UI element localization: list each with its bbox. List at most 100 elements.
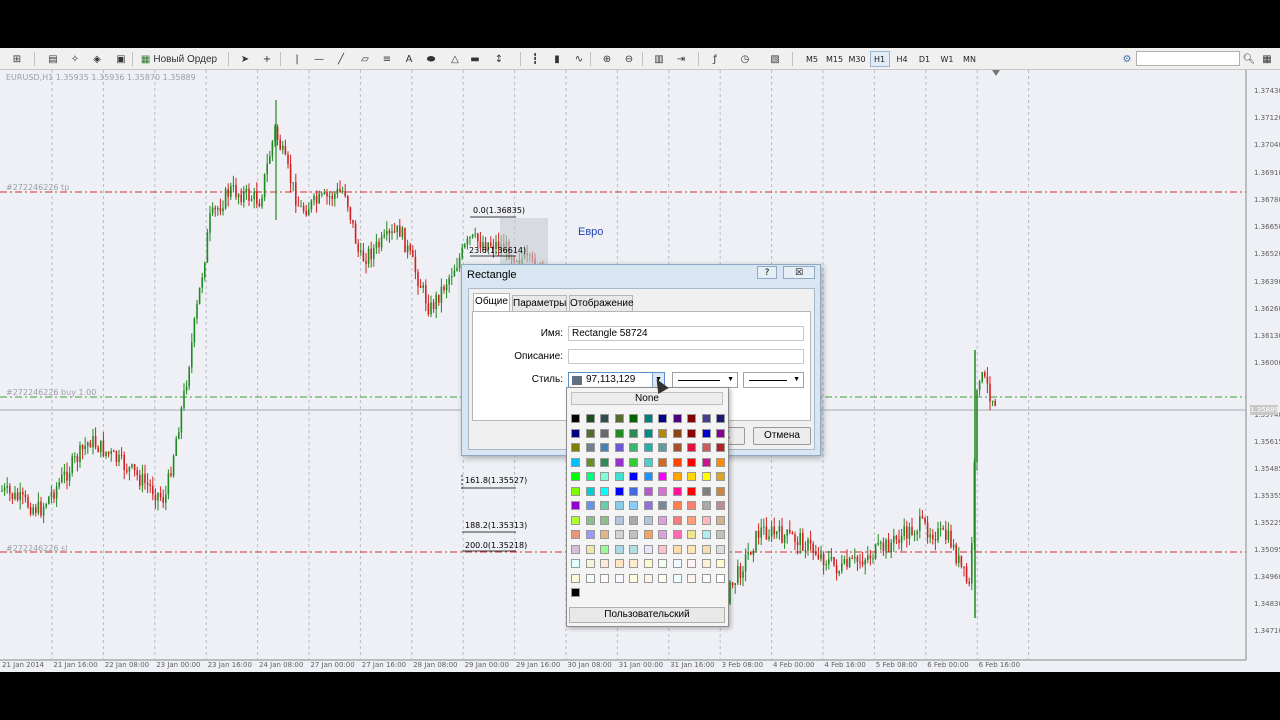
line-chart-icon[interactable]: ∿ xyxy=(570,51,588,67)
color-swatch-option[interactable] xyxy=(658,544,667,554)
color-swatch-option[interactable] xyxy=(600,501,609,510)
timeframe-m5[interactable]: M5 xyxy=(802,51,822,67)
color-swatch-option[interactable] xyxy=(701,414,711,423)
color-swatch-option[interactable] xyxy=(701,428,711,438)
bar-chart-icon[interactable]: ┇ xyxy=(526,51,544,67)
color-swatch-option[interactable] xyxy=(614,515,624,525)
color-swatch-option[interactable] xyxy=(614,428,624,438)
vertical-line-icon[interactable]: | xyxy=(288,51,306,67)
color-swatch-option[interactable] xyxy=(687,544,696,554)
color-swatch-option[interactable] xyxy=(585,414,595,423)
color-swatch-option[interactable] xyxy=(716,501,725,510)
color-swatch-option[interactable] xyxy=(643,472,653,481)
search-icon[interactable]: 🔍︎ xyxy=(1240,51,1258,67)
color-swatch-option[interactable] xyxy=(571,457,580,467)
color-swatch-option[interactable] xyxy=(658,457,667,467)
color-swatch-option[interactable] xyxy=(716,544,725,554)
color-swatch-option[interactable] xyxy=(672,457,682,467)
color-swatch-option[interactable] xyxy=(701,515,711,525)
zoom-out-icon[interactable]: ⊖ xyxy=(620,51,638,67)
color-swatch-option[interactable] xyxy=(643,428,653,438)
color-swatch-option[interactable] xyxy=(716,515,725,525)
color-swatch-option[interactable] xyxy=(687,515,696,525)
candles-icon[interactable]: ▮ xyxy=(548,51,566,67)
color-swatch-option[interactable] xyxy=(658,486,667,496)
color-swatch-option[interactable] xyxy=(600,472,609,481)
color-swatch-option[interactable] xyxy=(629,457,638,467)
tab-visualization[interactable]: Отображение xyxy=(569,295,634,311)
periods-icon[interactable]: ◷ xyxy=(736,51,754,67)
color-swatch-option[interactable] xyxy=(571,515,580,525)
color-swatch-option[interactable] xyxy=(672,501,682,510)
color-swatch-option[interactable] xyxy=(614,443,624,452)
timeframe-h1[interactable]: H1 xyxy=(869,51,890,67)
color-swatch-option[interactable] xyxy=(687,559,696,568)
trendline-icon[interactable]: ╱ xyxy=(332,51,350,67)
order-label-sl[interactable]: #272246226 sl xyxy=(6,544,67,553)
line-style-select[interactable]: ▼ xyxy=(672,372,738,388)
color-swatch-option[interactable] xyxy=(687,457,696,467)
color-swatch-option[interactable] xyxy=(629,559,638,568)
color-swatch-option[interactable] xyxy=(585,544,595,554)
color-swatch-option[interactable] xyxy=(716,559,725,568)
color-swatch-option[interactable] xyxy=(600,515,609,525)
timeframe-d1[interactable]: D1 xyxy=(915,51,935,67)
color-swatch-option[interactable] xyxy=(614,544,624,554)
color-swatch-option[interactable] xyxy=(687,486,696,496)
color-swatch-option[interactable] xyxy=(672,544,682,554)
color-swatch-option[interactable] xyxy=(643,544,653,554)
color-swatch-option[interactable] xyxy=(672,443,682,452)
color-swatch-option[interactable] xyxy=(687,501,696,510)
color-select[interactable]: 97,113,129 ▼ xyxy=(568,372,665,388)
color-swatch-option[interactable] xyxy=(600,573,609,583)
color-swatch-option[interactable] xyxy=(658,472,667,481)
color-swatch-option[interactable] xyxy=(629,501,638,510)
zoom-in-icon[interactable]: ⊕ xyxy=(598,51,616,67)
new-order-button[interactable]: ▦ Новый Ордер xyxy=(138,51,220,67)
color-swatch-option[interactable] xyxy=(629,544,638,554)
color-swatch-option[interactable] xyxy=(571,472,580,481)
color-swatch-option[interactable] xyxy=(643,414,653,423)
color-swatch-option[interactable] xyxy=(687,472,696,481)
timeframe-m15[interactable]: M15 xyxy=(825,51,845,67)
menu-icon[interactable]: ▦ xyxy=(1258,51,1276,67)
color-swatch-option[interactable] xyxy=(701,573,711,583)
color-swatch-option[interactable] xyxy=(672,414,682,423)
color-swatch-option[interactable] xyxy=(716,573,725,583)
color-swatch-option[interactable] xyxy=(585,428,595,438)
fib-level-188[interactable]: 188.2(1.35313) xyxy=(465,521,527,530)
ellipse-icon[interactable]: ⬬ xyxy=(422,51,440,67)
color-swatch-option[interactable] xyxy=(571,544,580,554)
color-swatch-option[interactable] xyxy=(672,530,682,539)
color-swatch-option[interactable] xyxy=(658,573,667,583)
color-swatch-option[interactable] xyxy=(716,428,725,438)
color-swatch-option[interactable] xyxy=(629,486,638,496)
chevron-down-icon[interactable]: ▼ xyxy=(727,373,734,387)
settings-gear-icon[interactable]: ⚙ xyxy=(1118,51,1136,67)
order-label-tp[interactable]: #272246226 tp xyxy=(6,183,69,192)
color-swatch-option[interactable] xyxy=(571,501,580,510)
color-swatch-option[interactable] xyxy=(672,472,682,481)
navigator-icon[interactable]: ✧ xyxy=(66,51,84,67)
close-button[interactable]: ☒ xyxy=(783,266,815,279)
fib-level-0[interactable]: 0.0(1.36835) xyxy=(473,206,525,215)
color-swatch-option[interactable] xyxy=(600,544,609,554)
color-swatch-option[interactable] xyxy=(658,443,667,452)
color-swatch-option[interactable] xyxy=(701,486,711,496)
color-swatch-option[interactable] xyxy=(687,530,696,539)
color-swatch-option[interactable] xyxy=(701,457,711,467)
custom-color-button[interactable]: Пользовательский xyxy=(569,607,725,623)
color-swatch-option[interactable] xyxy=(629,472,638,481)
color-swatch-option[interactable] xyxy=(672,486,682,496)
color-swatch-option[interactable] xyxy=(585,443,595,452)
color-swatch-option[interactable] xyxy=(614,414,624,423)
timeframe-h4[interactable]: H4 xyxy=(892,51,912,67)
templates-icon[interactable]: ▧ xyxy=(766,51,784,67)
timeframe-w1[interactable]: W1 xyxy=(937,51,957,67)
triangle-icon[interactable]: △ xyxy=(446,51,464,67)
color-swatch-option[interactable] xyxy=(585,515,595,525)
fib-level-23[interactable]: 23.6(1.36614) xyxy=(469,246,526,255)
color-swatch-option[interactable] xyxy=(571,428,580,438)
color-swatch-option[interactable] xyxy=(658,559,667,568)
color-swatch-option[interactable] xyxy=(687,573,696,583)
